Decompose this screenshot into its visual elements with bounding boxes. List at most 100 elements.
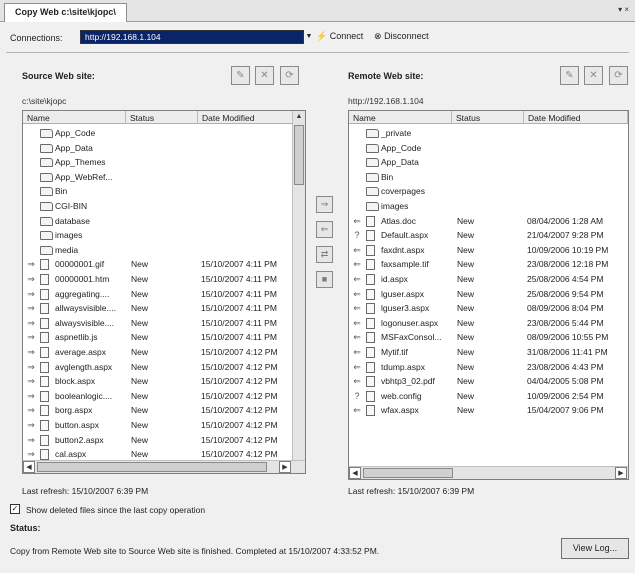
list-item[interactable]: Bin <box>349 171 628 185</box>
view-log-button[interactable]: View Log... <box>561 538 629 559</box>
source-refresh-button[interactable]: ⟳ <box>280 66 299 85</box>
list-item[interactable]: ⇐ lguser3.aspx New 08/09/2006 8:04 PM <box>349 302 628 316</box>
list-item[interactable]: ⇒ average.aspx New 15/10/2007 4:12 PM <box>23 346 291 360</box>
file-date-modified: 04/04/2005 5:08 PM <box>527 376 604 387</box>
disconnect-button[interactable]: ⊗ Disconnect <box>374 31 429 42</box>
file-status: New <box>131 332 149 343</box>
list-item[interactable]: ⇐ Mytif.tif New 31/08/2006 11:41 PM <box>349 346 628 360</box>
list-item[interactable]: ⇐ MSFaxConsol... New 08/09/2006 10:55 PM <box>349 331 628 345</box>
refresh-icon: ⟳ <box>614 70 623 81</box>
list-item[interactable]: ⇐ id.aspx New 25/08/2006 4:54 PM <box>349 273 628 287</box>
show-deleted-label[interactable]: Show deleted files since the last copy o… <box>26 505 205 515</box>
list-item[interactable]: ⇒ borg.aspx New 15/10/2007 4:12 PM <box>23 404 291 418</box>
column-header-name[interactable]: Name <box>349 111 452 124</box>
scroll-right-icon[interactable]: ▶ <box>279 461 291 473</box>
list-item[interactable]: ⇐ faxdnt.aspx New 10/09/2006 10:19 PM <box>349 244 628 258</box>
list-item[interactable]: ⇐ Atlas.doc New 08/04/2006 1:28 AM <box>349 215 628 229</box>
column-header-date-modified[interactable]: Date Modified <box>524 111 628 124</box>
list-item[interactable]: media <box>23 244 291 258</box>
stop-icon: ■ <box>321 274 328 284</box>
list-item[interactable]: ⇒ 00000001.htm New 15/10/2007 4:11 PM <box>23 273 291 287</box>
copy-to-remote-button[interactable]: ⇒ <box>316 196 333 213</box>
list-item[interactable]: App_Data <box>23 142 291 156</box>
list-item[interactable]: Bin <box>23 185 291 199</box>
file-date-modified: 15/10/2007 4:11 PM <box>201 288 277 299</box>
scroll-thumb[interactable] <box>37 462 267 472</box>
scroll-thumb[interactable] <box>294 125 304 185</box>
copy-to-source-button[interactable]: ⇐ <box>316 221 333 238</box>
file-status: New <box>131 317 149 328</box>
sync-direction-icon: ⇒ <box>27 259 35 270</box>
file-date-modified: 15/10/2007 4:12 PM <box>201 405 278 416</box>
list-item[interactable]: ⇒ allwaysvisible.... New 15/10/2007 4:11 PM <box>23 302 291 316</box>
list-item[interactable]: _private <box>349 127 628 141</box>
list-item[interactable]: images <box>23 229 291 243</box>
tab-menu-button[interactable]: ▾ × <box>618 5 629 14</box>
list-item[interactable]: images <box>349 200 628 214</box>
list-item[interactable]: ⇐ logonuser.aspx New 23/08/2006 5:44 PM <box>349 317 628 331</box>
source-edit-button[interactable]: ✎ <box>231 66 250 85</box>
list-item[interactable]: ⇒ aggregating.... New 15/10/2007 4:11 PM <box>23 288 291 302</box>
stop-button[interactable]: ■ <box>316 271 333 288</box>
list-item[interactable]: ? Default.aspx New 21/04/2007 9:28 PM <box>349 229 628 243</box>
status-label: Status: <box>10 523 41 533</box>
list-item[interactable]: CGI-BIN <box>23 200 291 214</box>
connection-url-field[interactable]: http://192.168.1.104 <box>80 30 304 44</box>
source-vertical-scrollbar[interactable]: ▲ <box>292 111 305 460</box>
file-status: New <box>457 405 475 416</box>
list-item[interactable]: ⇐ vbhtp3_02.pdf New 04/04/2005 5:08 PM <box>349 375 628 389</box>
source-file-list[interactable]: Name Status Date Modified ▲ ◀ ▶ App_Code… <box>22 110 306 474</box>
list-item[interactable]: App_Themes <box>23 156 291 170</box>
list-item[interactable]: ⇒ booleanlogic.... New 15/10/2007 4:12 PM <box>23 390 291 404</box>
list-item[interactable]: ⇒ alwaysvisible.... New 15/10/2007 4:11 PM <box>23 317 291 331</box>
remote-edit-button[interactable]: ✎ <box>560 66 579 85</box>
list-item[interactable]: ⇐ wfax.aspx New 15/04/2007 9:06 PM <box>349 404 628 418</box>
list-item[interactable]: App_Code <box>349 142 628 156</box>
scroll-left-icon[interactable]: ◀ <box>23 461 35 473</box>
column-header-date-modified[interactable]: Date Modified <box>198 111 293 124</box>
file-name: Bin <box>55 186 68 197</box>
list-item[interactable]: ⇐ faxsample.tif New 23/08/2006 12:18 PM <box>349 258 628 272</box>
folder-icon <box>40 143 53 153</box>
list-item[interactable]: ? web.config New 10/09/2006 2:54 PM <box>349 390 628 404</box>
list-item[interactable]: ⇒ block.aspx New 15/10/2007 4:12 PM <box>23 375 291 389</box>
list-item[interactable]: database <box>23 215 291 229</box>
file-status: New <box>457 230 475 241</box>
scroll-up-icon[interactable]: ▲ <box>293 111 305 123</box>
chevron-down-icon[interactable]: ▼ <box>304 30 314 44</box>
list-item[interactable]: ⇒ button2.aspx New 15/10/2007 4:12 PM <box>23 434 291 448</box>
list-item[interactable]: ⇒ cal.aspx New 15/10/2007 4:12 PM <box>23 448 291 462</box>
list-item[interactable]: ⇐ lguser.aspx New 25/08/2006 9:54 PM <box>349 288 628 302</box>
column-header-name[interactable]: Name <box>23 111 126 124</box>
list-item[interactable]: App_WebRef... <box>23 171 291 185</box>
connect-button[interactable]: ⚡ Connect <box>316 31 363 42</box>
file-date-modified: 10/09/2006 2:54 PM <box>527 390 604 401</box>
remote-delete-button[interactable]: ✕ <box>584 66 603 85</box>
show-deleted-checkbox[interactable]: ✓ <box>10 504 20 514</box>
list-item[interactable]: App_Code <box>23 127 291 141</box>
scroll-right-icon[interactable]: ▶ <box>615 467 627 479</box>
list-item[interactable]: coverpages <box>349 185 628 199</box>
scroll-thumb[interactable] <box>363 468 453 478</box>
scroll-left-icon[interactable]: ◀ <box>349 467 361 479</box>
file-icon <box>366 317 375 329</box>
file-status: New <box>457 259 475 270</box>
list-item[interactable]: ⇒ aspnetlib.js New 15/10/2007 4:11 PM <box>23 331 291 345</box>
list-item[interactable]: ⇒ button.aspx New 15/10/2007 4:12 PM <box>23 419 291 433</box>
remote-refresh-button[interactable]: ⟳ <box>609 66 628 85</box>
list-item[interactable]: ⇒ 00000001.gif New 15/10/2007 4:11 PM <box>23 258 291 272</box>
remote-horizontal-scrollbar[interactable]: ◀ ▶ <box>349 466 628 479</box>
synchronize-button[interactable]: ⇄ <box>316 246 333 263</box>
column-header-status[interactable]: Status <box>126 111 198 124</box>
list-item[interactable]: ⇒ avglength.aspx New 15/10/2007 4:12 PM <box>23 361 291 375</box>
remote-file-list[interactable]: Name Status Date Modified ◀ ▶ _private Ap… <box>348 110 629 480</box>
file-status: New <box>457 288 475 299</box>
list-item[interactable]: ⇐ tdump.aspx New 23/08/2006 4:43 PM <box>349 361 628 375</box>
conflict-icon: ? <box>354 390 360 401</box>
list-item[interactable]: App_Data <box>349 156 628 170</box>
sync-direction-icon: ⇒ <box>27 361 35 372</box>
source-delete-button[interactable]: ✕ <box>255 66 274 85</box>
column-header-status[interactable]: Status <box>452 111 524 124</box>
copy-web-tab[interactable]: Copy Web c:\site\kjopc\ <box>4 3 127 22</box>
remote-last-refresh: Last refresh: 15/10/2007 6:39 PM <box>348 486 475 496</box>
